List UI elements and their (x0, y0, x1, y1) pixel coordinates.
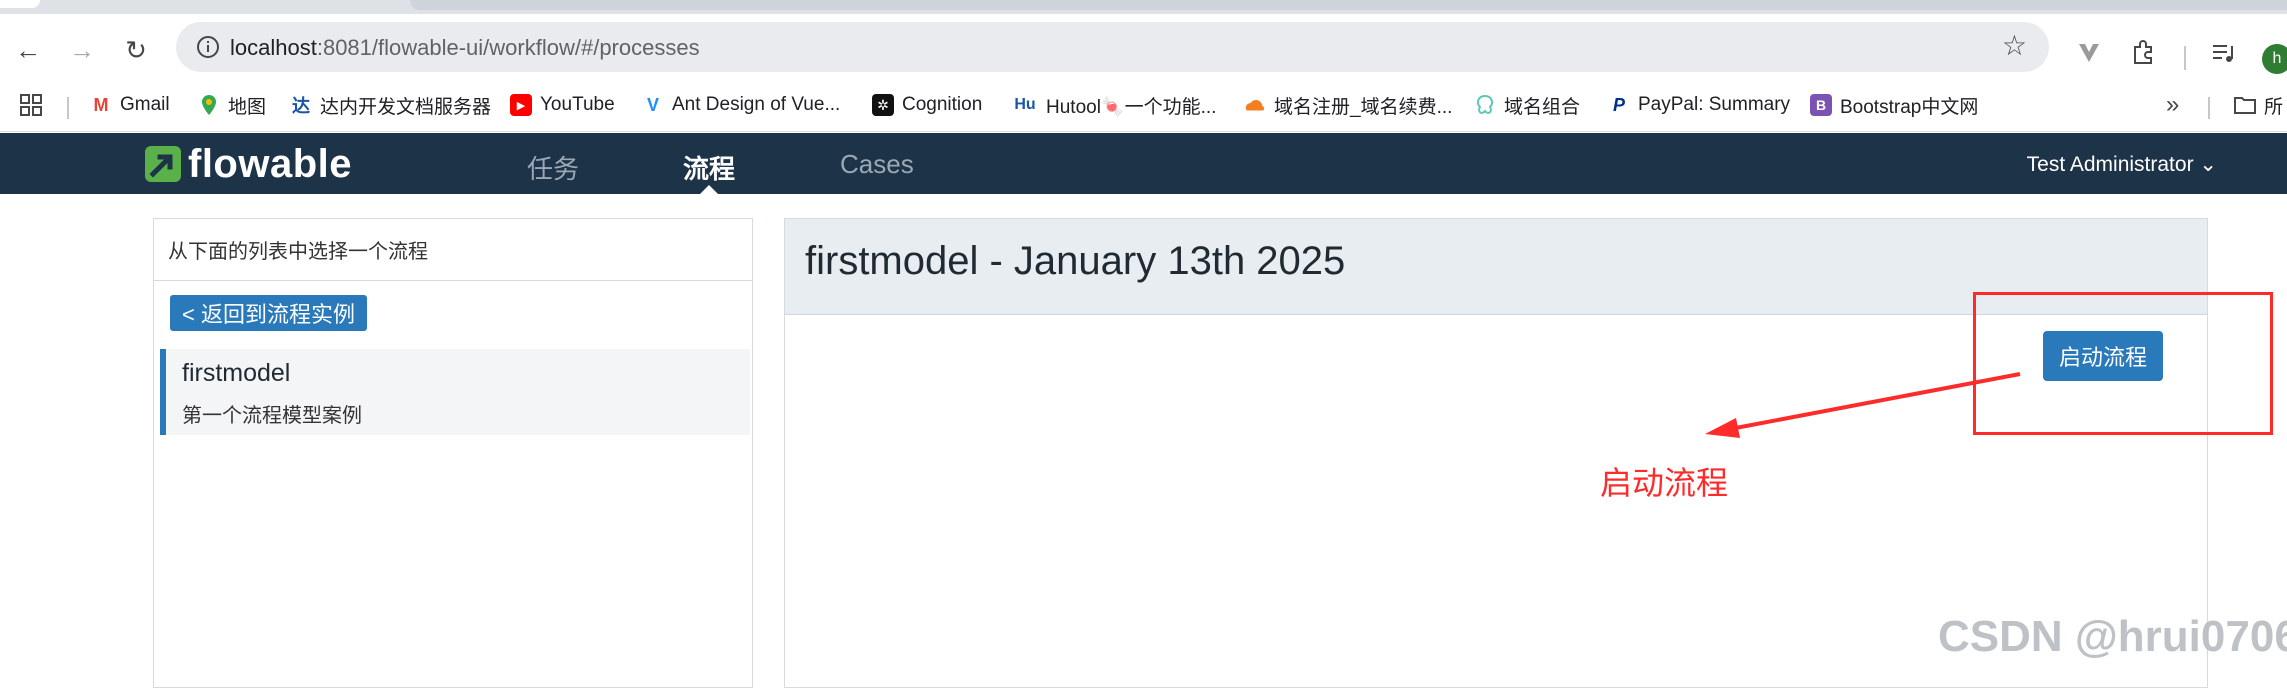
bookmarks-divider (67, 97, 69, 119)
nav-cases[interactable]: Cases (840, 149, 914, 180)
bookmark-label: Hutool🍬一个功能... (1046, 96, 1217, 118)
tab-strip (0, 0, 2287, 14)
bootstrap-icon: B (1810, 94, 1832, 116)
apps-grid-icon[interactable] (20, 90, 42, 120)
annotation-highlight-box (1973, 292, 2273, 435)
reload-icon[interactable]: ↻ (118, 32, 154, 68)
forward-arrow-icon[interactable]: → (64, 32, 100, 68)
toolbar-divider (2184, 46, 2186, 70)
profile-avatar[interactable]: h (2262, 44, 2287, 74)
active-tab[interactable] (0, 0, 40, 8)
back-arrow-icon[interactable]: ← (10, 32, 46, 68)
extensions-puzzle-icon[interactable] (2128, 38, 2158, 68)
address-bar[interactable]: localhost:8081/flowable-ui/workflow/#/pr… (176, 22, 2049, 72)
bookmark-label: Bootstrap中文网 (1840, 96, 1979, 118)
flowable-logo-icon (145, 146, 181, 182)
tab-strip-background (410, 0, 2287, 10)
paypal-icon: P (1608, 94, 1630, 116)
bookmark-maps[interactable]: 地图 (198, 90, 266, 120)
process-list-header: 从下面的列表中选择一个流程 (154, 219, 752, 281)
media-playlist-icon[interactable] (2208, 38, 2238, 68)
process-description: 第一个流程模型案例 (182, 405, 362, 427)
bookmark-label: 所 (2264, 96, 2284, 118)
process-list-item[interactable]: firstmodel 第一个流程模型案例 (160, 349, 750, 435)
maps-icon (198, 94, 220, 116)
active-nav-indicator (699, 185, 719, 195)
bookmark-label: Cognition (902, 94, 983, 115)
bookmark-gmail[interactable]: M Gmail (90, 90, 170, 120)
tarena-icon: 达 (290, 94, 312, 116)
bookmark-paypal[interactable]: P PayPal: Summary (1608, 90, 1790, 120)
folder-icon (2234, 94, 2256, 116)
process-title: firstmodel - January 13th 2025 (805, 239, 1346, 283)
browser-toolbar: ← → ↻ localhost:8081/flowable-ui/workflo… (0, 14, 2287, 80)
bookmark-hutool[interactable]: Hu Hutool🍬一个功能... (1012, 90, 1216, 120)
bookmark-label: 达内开发文档服务器 (320, 96, 492, 118)
app-navbar: flowable 任务 流程 Cases Test Administrator … (0, 133, 2287, 195)
annotation-label: 启动流程 (1600, 465, 1729, 501)
bookmark-label: YouTube (540, 94, 615, 115)
url-text[interactable]: localhost:8081/flowable-ui/workflow/#/pr… (230, 35, 700, 61)
site-info-icon[interactable] (196, 35, 220, 59)
bookmark-cognition[interactable]: ✲ Cognition (872, 90, 982, 120)
youtube-icon: ▶ (510, 94, 532, 116)
antdv-icon: V (642, 94, 664, 116)
nav-tasks[interactable]: 任务 (527, 149, 579, 186)
flowable-logo[interactable]: flowable (144, 141, 353, 186)
user-menu[interactable]: Test Administrator ⌄ (2027, 152, 2217, 177)
bookmark-antdv[interactable]: V Ant Design of Vue... (642, 90, 840, 120)
bookmark-domain-combo[interactable]: 域名组合 (1474, 90, 1580, 120)
back-to-instances-button[interactable]: < 返回到流程实例 (170, 295, 367, 331)
bookmark-label: Gmail (120, 94, 170, 115)
bookmark-youtube[interactable]: ▶ YouTube (510, 90, 615, 120)
bookmark-tarena[interactable]: 达 达内开发文档服务器 (290, 90, 491, 120)
nav-processes[interactable]: 流程 (683, 149, 735, 186)
gmail-icon: M (90, 94, 112, 116)
url-host: localhost (230, 35, 317, 60)
bookmark-label: Ant Design of Vue... (672, 94, 841, 115)
hutool-icon: Hu (1012, 94, 1038, 116)
bookmark-label: 域名注册_域名续费... (1274, 96, 1453, 118)
csdn-watermark: CSDN @hrui0706 (1938, 612, 2287, 661)
process-name: firstmodel (182, 359, 291, 387)
url-path: :8081/flowable-ui/workflow/#/processes (316, 35, 700, 60)
logo-text: flowable (188, 141, 353, 186)
all-bookmarks-folder[interactable]: 所 (2234, 90, 2283, 120)
cloudflare-icon (1244, 94, 1266, 116)
bookmark-star-icon[interactable]: ☆ (2002, 32, 2027, 60)
bookmark-label: 地图 (228, 96, 267, 118)
bookmarks-bar: M Gmail 地图 达 达内开发文档服务器 ▶ YouTube V Ant D… (0, 80, 2287, 132)
domain-combo-icon (1474, 94, 1496, 116)
process-list-panel: 从下面的列表中选择一个流程 < 返回到流程实例 firstmodel 第一个流程… (153, 218, 753, 688)
bookmark-label: 域名组合 (1504, 96, 1581, 118)
vpn-extension-icon[interactable] (2074, 38, 2104, 68)
cognition-icon: ✲ (872, 94, 894, 116)
bookmarks-divider (2208, 97, 2210, 119)
bookmark-cloudflare[interactable]: 域名注册_域名续费... (1244, 90, 1452, 120)
bookmark-label: PayPal: Summary (1638, 94, 1791, 115)
bookmark-bootstrap[interactable]: B Bootstrap中文网 (1810, 90, 1978, 120)
bookmarks-overflow-button[interactable]: » (2166, 90, 2179, 120)
